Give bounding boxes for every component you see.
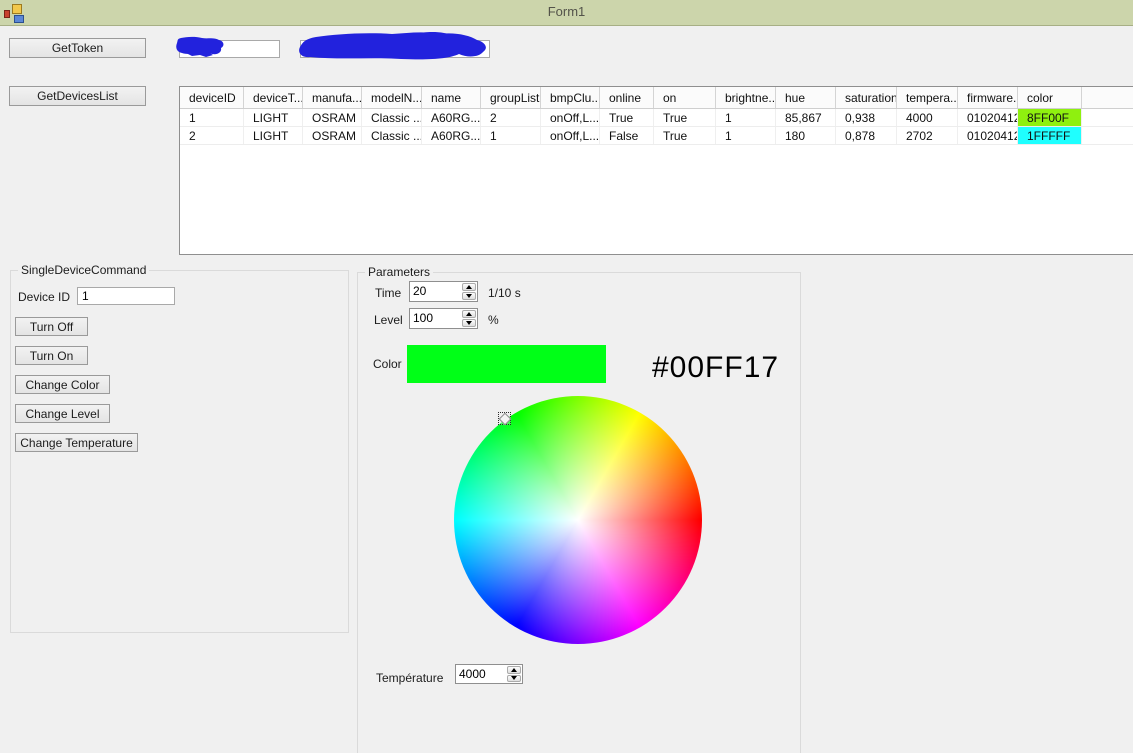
color-wheel[interactable] xyxy=(454,396,702,644)
grid-header-cell[interactable]: brightne... xyxy=(716,87,776,108)
grid-cell[interactable]: 1 xyxy=(180,109,244,126)
grid-cell[interactable]: Classic ... xyxy=(362,109,422,126)
grid-cell[interactable]: 85,867 xyxy=(776,109,836,126)
grid-cell[interactable]: 1 xyxy=(716,109,776,126)
grid-cell[interactable]: A60RG... xyxy=(422,127,481,144)
form1-window: Form1 GetToken GetDevicesList deviceIDde… xyxy=(0,0,1133,753)
get-token-button[interactable]: GetToken xyxy=(9,38,146,58)
grid-header-cell[interactable]: on xyxy=(654,87,716,108)
temperature-stepper-buttons xyxy=(506,665,522,683)
time-stepper[interactable]: 20 xyxy=(409,281,478,302)
device-id-label: Device ID xyxy=(18,290,70,304)
color-hex-value: #00FF17 xyxy=(652,351,779,385)
time-stepper-buttons xyxy=(461,282,477,301)
grid-cell[interactable]: 2 xyxy=(481,109,541,126)
change-level-button[interactable]: Change Level xyxy=(15,404,110,423)
temperature-value[interactable]: 4000 xyxy=(456,665,506,683)
devices-grid[interactable]: deviceIDdeviceT...manufa...modelN...name… xyxy=(179,86,1133,255)
grid-cell[interactable]: 8FF00F xyxy=(1018,109,1082,126)
grid-cell[interactable]: LIGHT xyxy=(244,109,303,126)
turn-on-button[interactable]: Turn On xyxy=(15,346,88,365)
grid-cell[interactable]: OSRAM xyxy=(303,109,362,126)
level-stepper[interactable]: 100 xyxy=(409,308,478,329)
grid-cell[interactable]: onOff,L... xyxy=(541,109,600,126)
time-value[interactable]: 20 xyxy=(410,282,461,301)
level-down-icon[interactable] xyxy=(462,319,476,327)
grid-cell[interactable]: 4000 xyxy=(897,109,958,126)
color-label: Color xyxy=(373,357,402,371)
grid-header-cell[interactable]: online xyxy=(600,87,654,108)
grid-header-cell[interactable]: tempera... xyxy=(897,87,958,108)
grid-row[interactable]: 1LIGHTOSRAMClassic ...A60RG...2onOff,L..… xyxy=(180,109,1133,127)
grid-cell[interactable]: 01020412 xyxy=(958,109,1018,126)
grid-cell[interactable]: LIGHT xyxy=(244,127,303,144)
time-label: Time xyxy=(375,286,401,300)
grid-header-cell[interactable]: modelN... xyxy=(362,87,422,108)
grid-cell[interactable]: OSRAM xyxy=(303,127,362,144)
level-up-icon[interactable] xyxy=(462,310,476,318)
grid-cell[interactable]: 2 xyxy=(180,127,244,144)
titlebar[interactable]: Form1 xyxy=(0,0,1133,26)
level-value[interactable]: 100 xyxy=(410,309,461,328)
grid-header-cell[interactable]: deviceT... xyxy=(244,87,303,108)
color-wheel-marker[interactable] xyxy=(498,412,511,425)
level-stepper-buttons xyxy=(461,309,477,328)
temperature-up-icon[interactable] xyxy=(507,666,521,674)
change-temperature-button[interactable]: Change Temperature xyxy=(15,433,138,452)
temperature-label: Température xyxy=(376,671,443,685)
change-color-button[interactable]: Change Color xyxy=(15,375,110,394)
grid-body: 1LIGHTOSRAMClassic ...A60RG...2onOff,L..… xyxy=(180,109,1133,145)
grid-header: deviceIDdeviceT...manufa...modelN...name… xyxy=(180,87,1133,109)
grid-cell[interactable]: 1FFFFF xyxy=(1018,127,1082,144)
grid-header-cell[interactable]: firmware... xyxy=(958,87,1018,108)
grid-cell[interactable]: 2702 xyxy=(897,127,958,144)
temperature-stepper[interactable]: 4000 xyxy=(455,664,523,684)
device-id-input[interactable]: 1 xyxy=(77,287,175,305)
time-unit-label: 1/10 s xyxy=(488,286,521,300)
grid-cell[interactable]: onOff,L... xyxy=(541,127,600,144)
grid-header-cell[interactable]: saturation xyxy=(836,87,897,108)
grid-header-cell[interactable]: manufa... xyxy=(303,87,362,108)
level-label: Level xyxy=(374,313,403,327)
grid-cell[interactable]: False xyxy=(600,127,654,144)
grid-cell[interactable]: 180 xyxy=(776,127,836,144)
time-down-icon[interactable] xyxy=(462,292,476,300)
window-title: Form1 xyxy=(0,4,1133,19)
redaction-scribble-2 xyxy=(296,30,493,61)
level-unit-label: % xyxy=(488,313,499,327)
grid-cell[interactable]: True xyxy=(600,109,654,126)
grid-header-cell[interactable]: name xyxy=(422,87,481,108)
redaction-scribble-1 xyxy=(174,34,236,59)
grid-cell[interactable]: 1 xyxy=(481,127,541,144)
grid-cell[interactable]: True xyxy=(654,109,716,126)
parameters-title: Parameters xyxy=(365,265,433,279)
grid-cell[interactable]: 01020412 xyxy=(958,127,1018,144)
time-up-icon[interactable] xyxy=(462,283,476,291)
turn-off-button[interactable]: Turn Off xyxy=(15,317,88,336)
temperature-down-icon[interactable] xyxy=(507,675,521,683)
grid-header-cell[interactable]: deviceID xyxy=(180,87,244,108)
grid-header-cell[interactable]: hue xyxy=(776,87,836,108)
grid-cell[interactable]: True xyxy=(654,127,716,144)
single-device-command-title: SingleDeviceCommand xyxy=(18,263,149,277)
grid-header-filler xyxy=(1082,87,1133,108)
grid-cell[interactable]: Classic ... xyxy=(362,127,422,144)
grid-header-cell[interactable]: groupList xyxy=(481,87,541,108)
grid-row[interactable]: 2LIGHTOSRAMClassic ...A60RG...1onOff,L..… xyxy=(180,127,1133,145)
grid-cell[interactable]: 0,938 xyxy=(836,109,897,126)
grid-cell[interactable]: 1 xyxy=(716,127,776,144)
grid-header-cell[interactable]: bmpClu... xyxy=(541,87,600,108)
get-devices-list-button[interactable]: GetDevicesList xyxy=(9,86,146,106)
grid-cell[interactable]: A60RG... xyxy=(422,109,481,126)
color-swatch xyxy=(407,345,606,383)
grid-header-cell[interactable]: color xyxy=(1018,87,1082,108)
grid-cell[interactable]: 0,878 xyxy=(836,127,897,144)
